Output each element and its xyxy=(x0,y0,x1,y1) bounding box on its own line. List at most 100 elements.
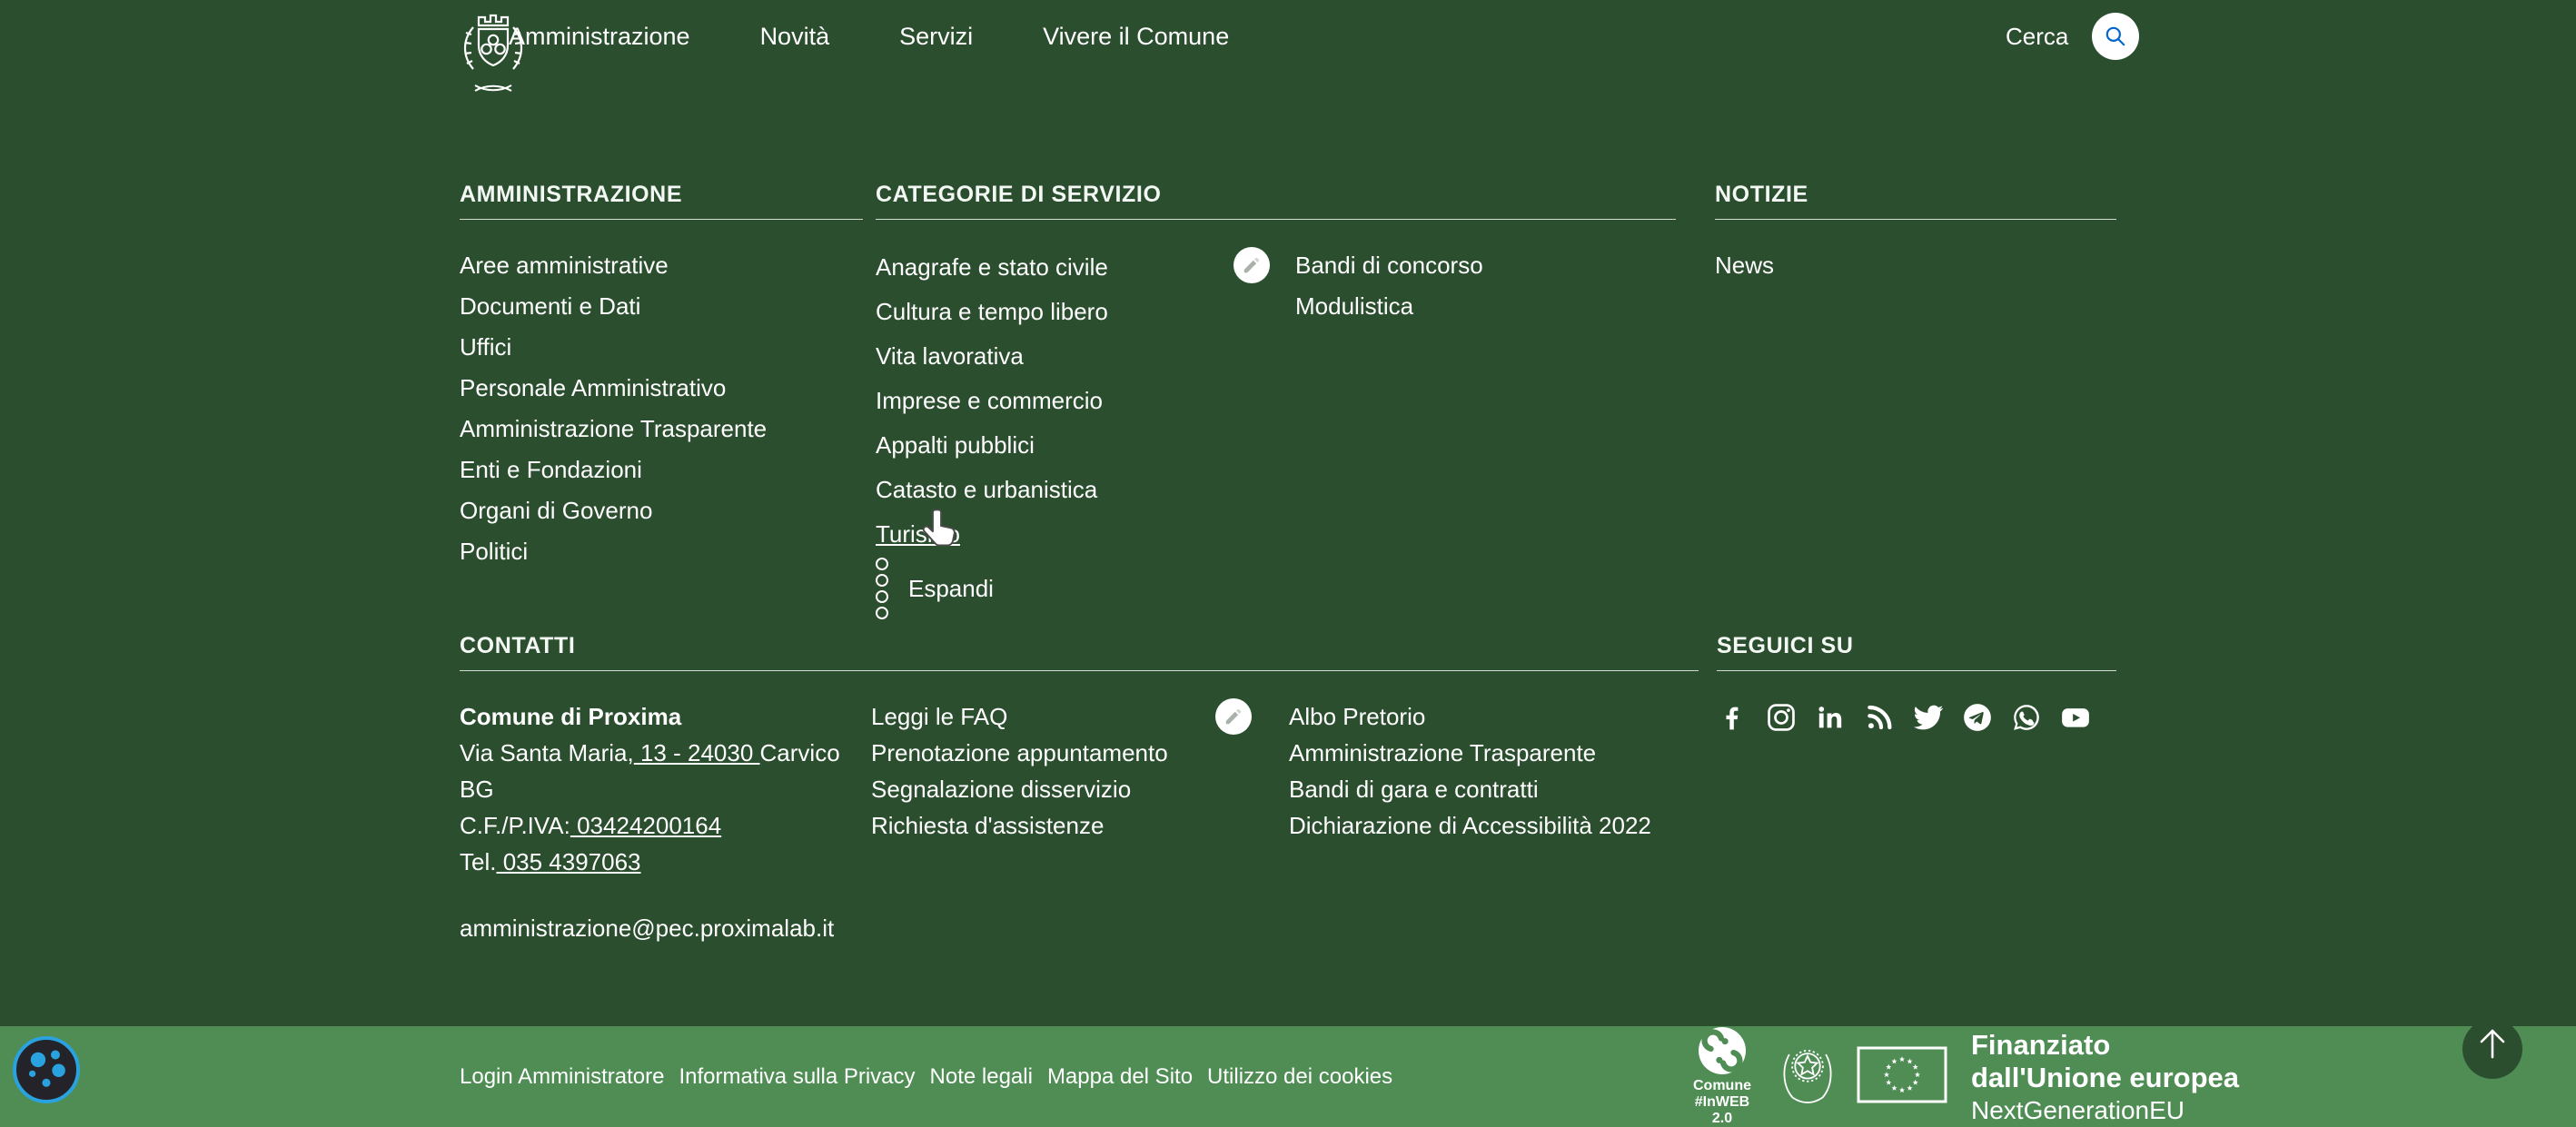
footer-link[interactable]: Richiesta d'assistenze xyxy=(871,812,1104,839)
list-item: Dichiarazione di Accessibilità 2022 xyxy=(1289,807,1651,844)
telegram-icon[interactable] xyxy=(1962,702,1993,733)
address-line-2: BG xyxy=(460,771,887,807)
search-label[interactable]: Cerca xyxy=(2006,23,2068,51)
footer-link[interactable]: Amministrazione Trasparente xyxy=(1289,739,1596,766)
footer-link[interactable]: Personale Amministrativo xyxy=(460,374,726,401)
list-item: Enti e Fondazioni xyxy=(460,451,863,492)
contact-address-block: Comune di Proxima Via Santa Maria, 13 - … xyxy=(460,698,887,946)
list-item: Bandi di concorso xyxy=(1295,247,1483,288)
rss-icon[interactable] xyxy=(1864,702,1895,733)
email-link[interactable]: amministrazione@pec.proximalab.it xyxy=(460,910,834,946)
login-amministratore-link[interactable]: Login Amministratore xyxy=(460,1064,664,1090)
twitter-icon[interactable] xyxy=(1913,702,1944,733)
list-item: Catasto e urbanistica xyxy=(876,470,1676,514)
facebook-icon[interactable] xyxy=(1717,702,1748,733)
list-item: Bandi di gara e contratti xyxy=(1289,771,1651,807)
footer-link[interactable]: Anagrafe e stato civile xyxy=(876,253,1108,281)
footer-link[interactable]: Imprese e commercio xyxy=(876,387,1103,414)
pencil-icon xyxy=(1234,247,1270,283)
footer-link[interactable]: Albo Pretorio xyxy=(1289,703,1425,730)
expand-label: Espandi xyxy=(908,575,994,603)
list-item: News xyxy=(1715,247,2116,288)
footer-link[interactable]: Organi di Governo xyxy=(460,497,652,524)
footer-link[interactable]: News xyxy=(1715,252,1774,279)
footer-link[interactable]: Vita lavorativa xyxy=(876,342,1024,370)
footer-link[interactable]: Leggi le FAQ xyxy=(871,703,1007,730)
footer-link[interactable]: Segnalazione disservizio xyxy=(871,776,1131,803)
instagram-icon[interactable] xyxy=(1766,702,1797,733)
privacy-link[interactable]: Informativa sulla Privacy xyxy=(679,1064,915,1090)
section-contatti: CONTATTI Comune di Proxima Via Santa Mar… xyxy=(460,633,1699,671)
site-header: Amministrazione Novità Servizi Vivere il… xyxy=(0,0,2576,73)
section-amministrazione: AMMINISTRAZIONE Aree amministrative Docu… xyxy=(460,182,863,574)
legal-links: Login Amministratore Informativa sulla P… xyxy=(460,1026,1392,1127)
nav-servizi[interactable]: Servizi xyxy=(899,23,973,51)
vat-line: C.F./P.IVA: 03424200164 xyxy=(460,807,887,844)
italy-emblem-icon xyxy=(1778,1035,1837,1118)
list-item: Uffici xyxy=(460,329,863,370)
note-legali-link[interactable]: Note legali xyxy=(930,1064,1033,1090)
cookie-widget-button[interactable] xyxy=(13,1036,80,1103)
social-links xyxy=(1717,702,2116,733)
footer-link[interactable]: Bandi di gara e contratti xyxy=(1289,776,1539,803)
address-link[interactable]: 13 - 24030 xyxy=(634,739,760,766)
list-item: Albo Pretorio xyxy=(1289,698,1651,735)
nav-novita[interactable]: Novità xyxy=(760,23,830,51)
search-icon xyxy=(2104,25,2127,48)
section-title: CATEGORIE DI SERVIZIO xyxy=(876,182,1676,220)
mappa-del-sito-link[interactable]: Mappa del Sito xyxy=(1047,1064,1193,1090)
kebab-dots-icon xyxy=(876,558,888,619)
footer-link[interactable]: Bandi di concorso xyxy=(1295,252,1483,279)
cookies-link[interactable]: Utilizzo dei cookies xyxy=(1207,1064,1392,1090)
footer-link[interactable]: Appalti pubblici xyxy=(876,431,1035,459)
list-item: Amministrazione Trasparente xyxy=(460,410,863,451)
footer-link[interactable]: Prenotazione appuntamento xyxy=(871,739,1168,766)
up-arrow-icon xyxy=(2474,1019,2511,1079)
linkedin-icon[interactable] xyxy=(1815,702,1846,733)
section-title: SEGUICI SU xyxy=(1717,633,2116,671)
nav-vivere-il-comune[interactable]: Vivere il Comune xyxy=(1043,23,1229,51)
footer-link-turismo-hovered[interactable]: Turismo xyxy=(876,520,960,548)
footer-link[interactable]: Dichiarazione di Accessibilità 2022 xyxy=(1289,812,1651,839)
scroll-to-top-button[interactable] xyxy=(2462,1019,2522,1079)
phone-line: Tel. 035 4397063 xyxy=(460,844,887,880)
footer-link[interactable]: Amministrazione Trasparente xyxy=(460,415,767,442)
phone-link[interactable]: 035 4397063 xyxy=(496,848,640,875)
footer-link[interactable]: Cultura e tempo libero xyxy=(876,298,1108,325)
list-item: Richiesta d'assistenze xyxy=(871,807,1216,844)
pencil-icon xyxy=(1215,698,1252,735)
contact-service-links: Leggi le FAQ Prenotazione appuntamento S… xyxy=(871,698,1216,844)
footer-link[interactable]: Documenti e Dati xyxy=(460,292,640,320)
list-item: Leggi le FAQ xyxy=(871,698,1216,735)
funding-logos: Comune #InWEB 2.0 xyxy=(1686,1026,2239,1127)
categorie-extra-links: Bandi di concorso Modulistica xyxy=(1234,247,1483,329)
footer-link[interactable]: Modulistica xyxy=(1295,292,1413,320)
footer-link[interactable]: Uffici xyxy=(460,333,511,361)
list-item: Segnalazione disservizio xyxy=(871,771,1216,807)
footer-link[interactable]: Enti e Fondazioni xyxy=(460,456,642,483)
footer-link[interactable]: Politici xyxy=(460,538,528,565)
address-line-1: Via Santa Maria, 13 - 24030 Carvico xyxy=(460,735,887,771)
list-item: Aree amministrative xyxy=(460,247,863,288)
section-title: AMMINISTRAZIONE xyxy=(460,182,863,220)
list-item: Organi di Governo xyxy=(460,492,863,533)
whatsapp-icon[interactable] xyxy=(2011,702,2042,733)
search-button[interactable] xyxy=(2092,13,2139,60)
nav-amministrazione[interactable]: Amministrazione xyxy=(509,23,690,51)
vat-link[interactable]: 03424200164 xyxy=(570,812,721,839)
footer-link[interactable]: Aree amministrative xyxy=(460,252,669,279)
list-item: Vita lavorativa xyxy=(876,336,1676,381)
comune-inweb-logo: Comune #InWEB 2.0 xyxy=(1686,1027,1759,1127)
section-title: NOTIZIE xyxy=(1715,182,2116,220)
section-seguici-su: SEGUICI SU xyxy=(1717,633,2116,733)
section-title: CONTATTI xyxy=(460,633,1699,671)
list-item: Prenotazione appuntamento xyxy=(871,735,1216,771)
list-item: Appalti pubblici xyxy=(876,425,1676,470)
search: Cerca xyxy=(2006,0,2139,73)
expand-button[interactable]: Espandi xyxy=(876,562,994,615)
youtube-icon[interactable] xyxy=(2060,702,2091,733)
comune-inweb-icon xyxy=(1699,1027,1746,1074)
section-categorie-di-servizio: CATEGORIE DI SERVIZIO Anagrafe e stato c… xyxy=(876,182,1676,615)
footer-link[interactable]: Catasto e urbanistica xyxy=(876,476,1097,503)
list-item: Imprese e commercio xyxy=(876,381,1676,425)
